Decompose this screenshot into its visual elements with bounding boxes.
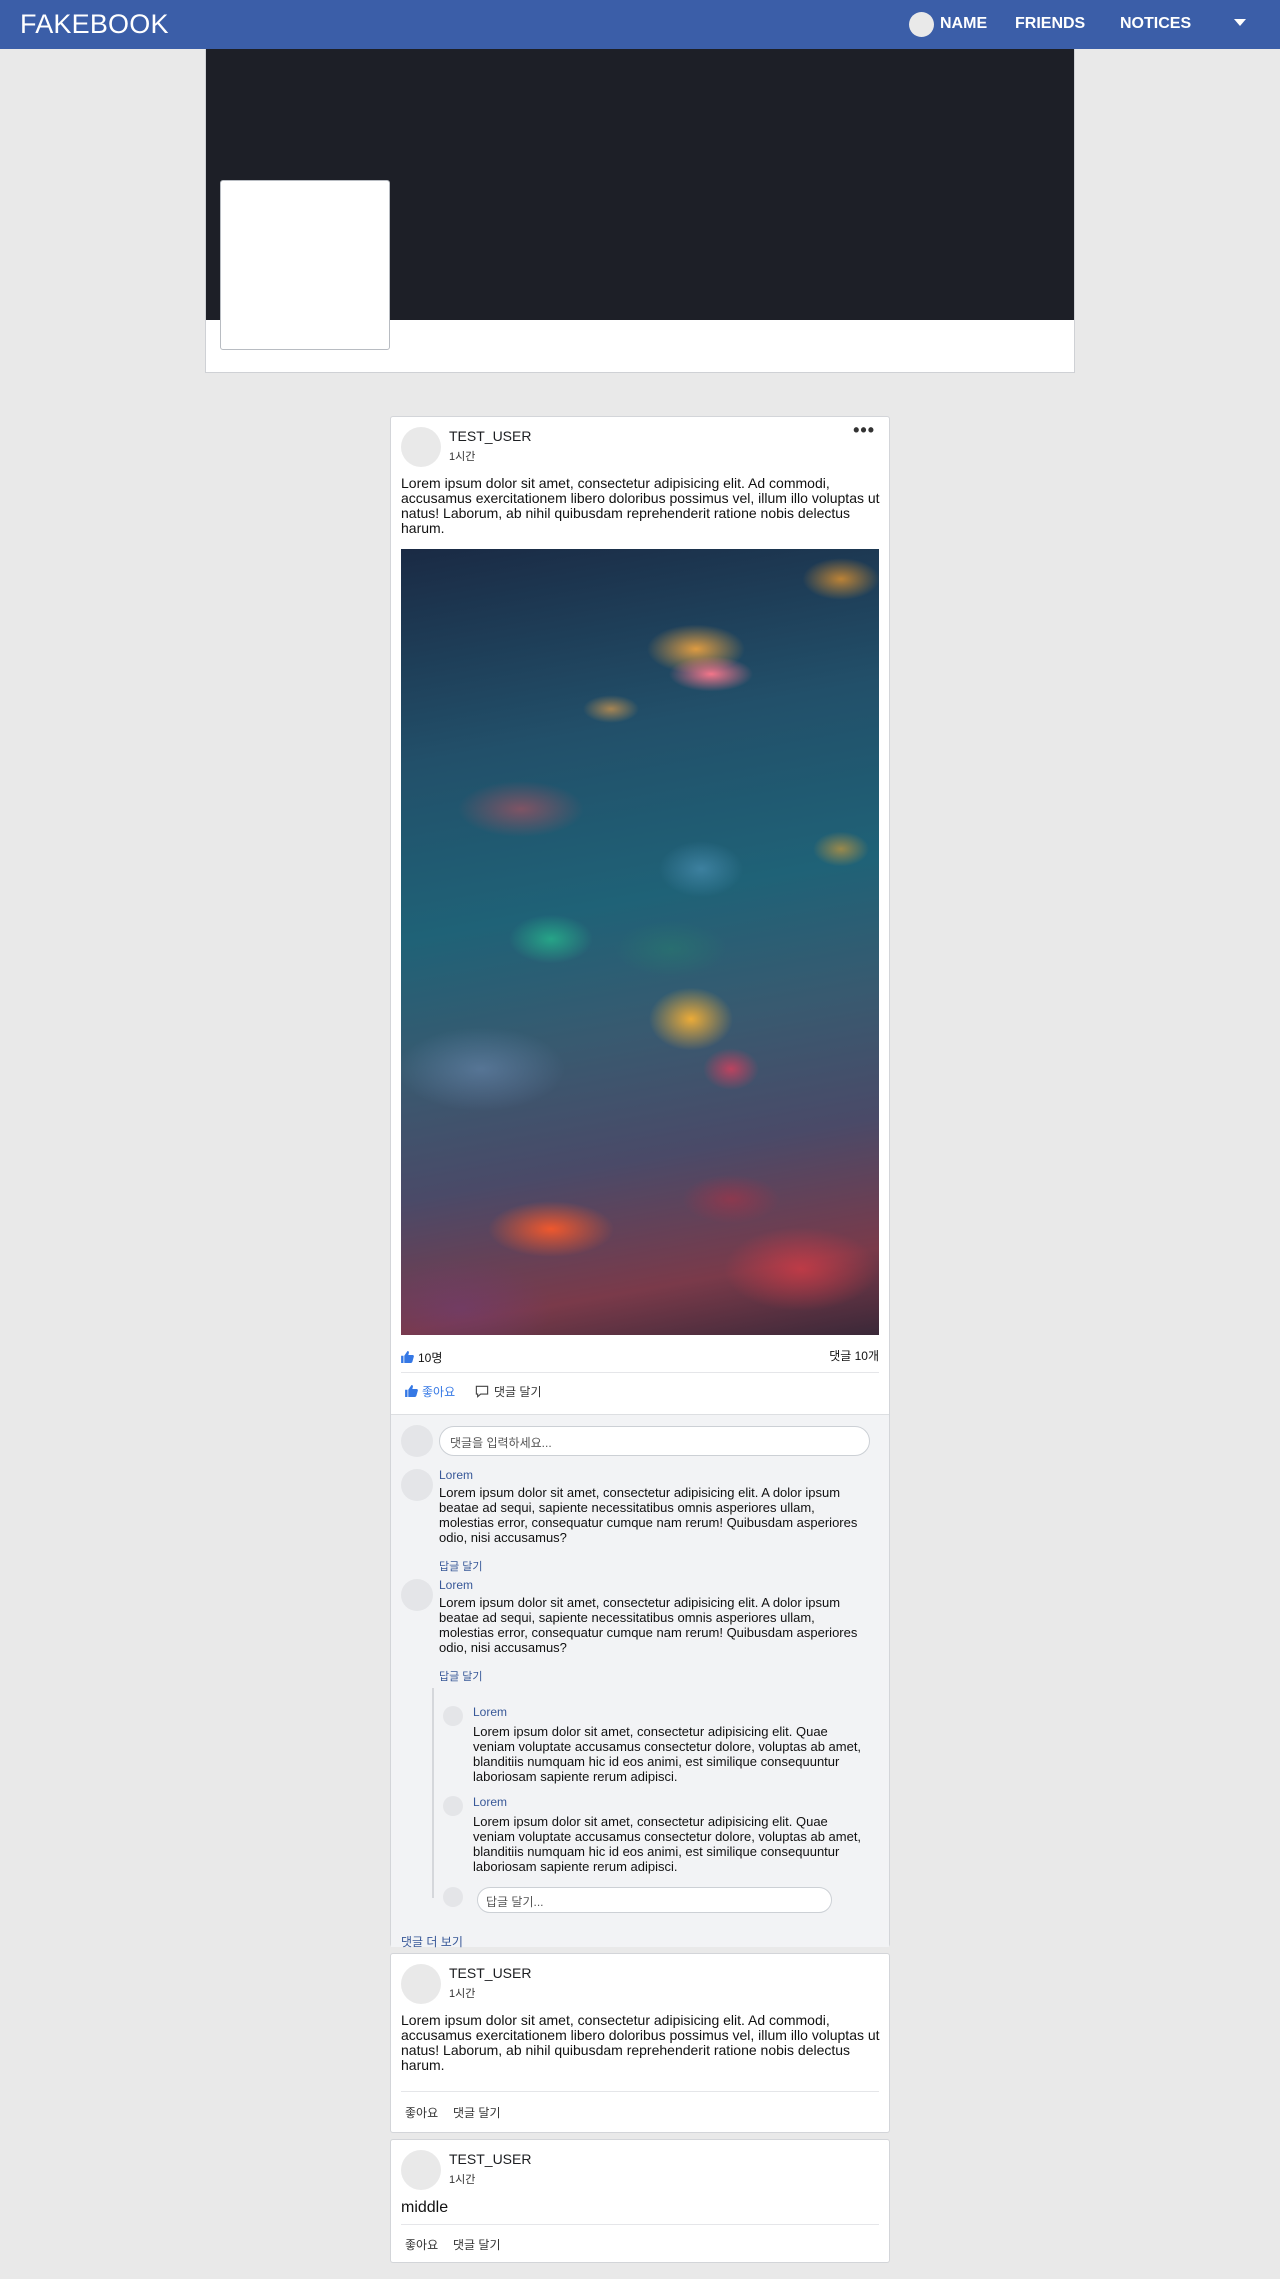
reply-input[interactable]: 답글 달기...: [477, 1887, 832, 1913]
post-author-name[interactable]: TEST_USER: [449, 428, 531, 444]
like-button[interactable]: 좋아요: [405, 2104, 438, 2121]
comment-button[interactable]: 댓글 달기: [475, 1383, 542, 1400]
comment-author[interactable]: Lorem: [439, 1578, 473, 1592]
reply-button[interactable]: 답글 달기: [439, 1558, 483, 1574]
profile-picture[interactable]: [220, 180, 390, 350]
post-timestamp: 1시간: [449, 451, 476, 463]
profile-header: [205, 49, 1075, 373]
comment-avatar[interactable]: [401, 1579, 433, 1611]
user-avatar-icon[interactable]: [909, 12, 934, 37]
post-author-avatar[interactable]: [401, 2150, 441, 2190]
reply-text: Lorem ipsum dolor sit amet, consectetur …: [473, 1814, 862, 1874]
divider: [401, 2224, 879, 2225]
like-button-label: 좋아요: [422, 1385, 456, 1399]
post-author-name[interactable]: TEST_USER: [449, 1965, 531, 1981]
dropdown-caret-icon[interactable]: [1234, 19, 1246, 26]
post-text: Lorem ipsum dolor sit amet, consectetur …: [401, 2012, 880, 2073]
reply-thread-line: [432, 1688, 434, 1898]
post-author-name[interactable]: TEST_USER: [449, 2151, 531, 2167]
thumbs-up-icon: [401, 1351, 414, 1363]
nav-name-link[interactable]: NAME: [940, 15, 987, 33]
reply-author[interactable]: Lorem: [473, 1795, 507, 1809]
comment-button[interactable]: 댓글 달기: [453, 2104, 501, 2121]
top-navbar: FAKEBOOK NAME FRIENDS NOTICES: [0, 0, 1280, 49]
post-image[interactable]: [401, 549, 879, 1335]
divider: [401, 1372, 879, 1373]
post-card: TEST_USER 1시간 Lorem ipsum dolor sit amet…: [390, 1953, 890, 2133]
reply-input-avatar: [443, 1887, 463, 1907]
comment-text: Lorem ipsum dolor sit amet, consectetur …: [439, 1485, 858, 1545]
comments-section: 댓글을 입력하세요... Lorem Lorem ipsum dolor sit…: [391, 1414, 889, 1950]
post-timestamp: 1시간: [449, 2174, 476, 2186]
nav-friends-link[interactable]: FRIENDS: [1015, 15, 1085, 33]
post-text: Lorem ipsum dolor sit amet, consectetur …: [401, 475, 880, 536]
post-author-avatar[interactable]: [401, 1964, 441, 2004]
reply-button[interactable]: 답글 달기: [439, 1668, 483, 1684]
comment-author[interactable]: Lorem: [439, 1468, 473, 1482]
thumbs-up-icon: [405, 1385, 418, 1397]
like-count-text: 10명: [418, 1351, 443, 1365]
nav-notices-link[interactable]: NOTICES: [1120, 15, 1191, 33]
reply-text: Lorem ipsum dolor sit amet, consectetur …: [473, 1724, 862, 1784]
brand-logo[interactable]: FAKEBOOK: [20, 9, 169, 40]
comment-text: Lorem ipsum dolor sit amet, consectetur …: [439, 1595, 858, 1655]
like-summary[interactable]: 10명: [401, 1349, 442, 1366]
reply-avatar[interactable]: [443, 1796, 463, 1816]
post-card: TEST_USER 1시간 ••• Lorem ipsum dolor sit …: [390, 416, 890, 1950]
like-button[interactable]: 좋아요: [405, 1383, 455, 1400]
more-comments-link[interactable]: 댓글 더 보기: [401, 1933, 463, 1950]
comment-count[interactable]: 댓글 10개: [829, 1347, 879, 1364]
post-card: TEST_USER 1시간 middle 좋아요 댓글 달기: [390, 2139, 890, 2263]
reply-avatar[interactable]: [443, 1706, 463, 1726]
post-menu-icon[interactable]: •••: [853, 421, 875, 439]
post-text: middle: [401, 2199, 449, 2216]
divider: [401, 2091, 879, 2092]
like-button[interactable]: 좋아요: [405, 2236, 438, 2253]
comment-bubble-icon: [475, 1385, 489, 1398]
post-author-avatar[interactable]: [401, 427, 441, 467]
reply-author[interactable]: Lorem: [473, 1705, 507, 1719]
post-timestamp: 1시간: [449, 1988, 476, 2000]
comment-input[interactable]: 댓글을 입력하세요...: [439, 1426, 870, 1456]
comment-avatar[interactable]: [401, 1469, 433, 1501]
comment-button[interactable]: 댓글 달기: [453, 2236, 501, 2253]
commenter-avatar: [401, 1425, 433, 1457]
comment-button-label: 댓글 달기: [494, 1385, 542, 1399]
